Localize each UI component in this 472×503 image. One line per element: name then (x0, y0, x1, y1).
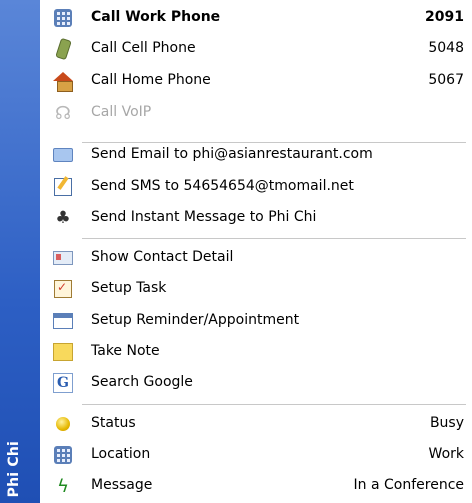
menu-item-value: 5067 (428, 72, 464, 88)
menu-item-label: Status (91, 415, 136, 431)
status-icon (52, 414, 74, 434)
menu-item-call-work-phone[interactable]: Call Work Phone 2091 (40, 3, 472, 34)
calendar-icon (52, 311, 74, 331)
sidebar: Phi Chi (0, 0, 40, 503)
separator (82, 238, 466, 239)
menu-item-label: Call Home Phone (91, 72, 211, 88)
contact-context-menu: Phi Chi Call Work Phone 2091 Call Cell P… (0, 0, 472, 503)
menu-item-show-contact-detail[interactable]: Show Contact Detail (40, 243, 472, 274)
menu-item-value: 5048 (428, 40, 464, 56)
sms-icon (52, 177, 74, 197)
menu-item-value: In a Conference (353, 477, 464, 493)
menu-item-label: Setup Task (91, 280, 167, 296)
menu-item-call-cell-phone[interactable]: Call Cell Phone 5048 (40, 34, 472, 65)
menu-item-call-home-phone[interactable]: Call Home Phone 5067 (40, 66, 472, 97)
menu-item-label: Setup Reminder/Appointment (91, 312, 300, 328)
menu-item-status[interactable]: Status Busy (40, 409, 472, 440)
menu-item-call-voip: ☊ Call VoIP (40, 98, 472, 129)
menu-item-take-note[interactable]: Take Note (40, 337, 472, 368)
menu-item-label: Send SMS to 54654654@tmomail.net (91, 178, 354, 194)
voip-icon: ☊ (55, 102, 71, 124)
contact-card-icon (52, 248, 74, 268)
menu-item-value: 2091 (425, 9, 464, 25)
menu-item-label: Send Email to phi@asianrestaurant.com (91, 146, 373, 162)
location-icon (52, 445, 74, 465)
menu-item-setup-task[interactable]: Setup Task (40, 274, 472, 305)
menu-item-send-instant-message[interactable]: ♣ Send Instant Message to Phi Chi (40, 203, 472, 234)
cell-phone-icon (52, 37, 74, 61)
menu-item-message[interactable]: ϟ Message In a Conference (40, 471, 472, 502)
menu-item-setup-reminder[interactable]: Setup Reminder/Appointment (40, 306, 472, 337)
menu-item-label: Location (91, 446, 151, 462)
menu-item-label: Take Note (91, 343, 160, 359)
task-icon (52, 279, 74, 299)
menu-item-value: Busy (429, 415, 464, 431)
menu-item-label: Search Google (91, 374, 193, 390)
menu-item-value: Work (428, 446, 464, 462)
instant-message-icon: ♣ (55, 208, 71, 228)
menu-item-label: Call VoIP (91, 104, 152, 120)
menu-content: Call Work Phone 2091 Call Cell Phone 504… (40, 0, 472, 503)
menu-item-send-sms[interactable]: Send SMS to 54654654@tmomail.net (40, 172, 472, 203)
sidebar-title: Phi Chi (6, 440, 22, 497)
menu-item-label: Message (91, 477, 153, 493)
menu-item-label: Call Cell Phone (91, 40, 196, 56)
note-icon (52, 342, 74, 362)
google-icon: G (52, 373, 74, 393)
email-icon (52, 145, 74, 165)
work-phone-icon (52, 8, 74, 28)
home-phone-icon (52, 71, 74, 92)
menu-item-label: Show Contact Detail (91, 249, 234, 265)
menu-item-label: Send Instant Message to Phi Chi (91, 209, 317, 225)
menu-item-search-google[interactable]: G Search Google (40, 368, 472, 399)
menu-item-location[interactable]: Location Work (40, 440, 472, 471)
menu-item-send-email[interactable]: Send Email to phi@asianrestaurant.com (40, 140, 472, 171)
separator (82, 404, 466, 405)
menu-item-label: Call Work Phone (91, 9, 221, 25)
message-icon: ϟ (57, 475, 69, 497)
